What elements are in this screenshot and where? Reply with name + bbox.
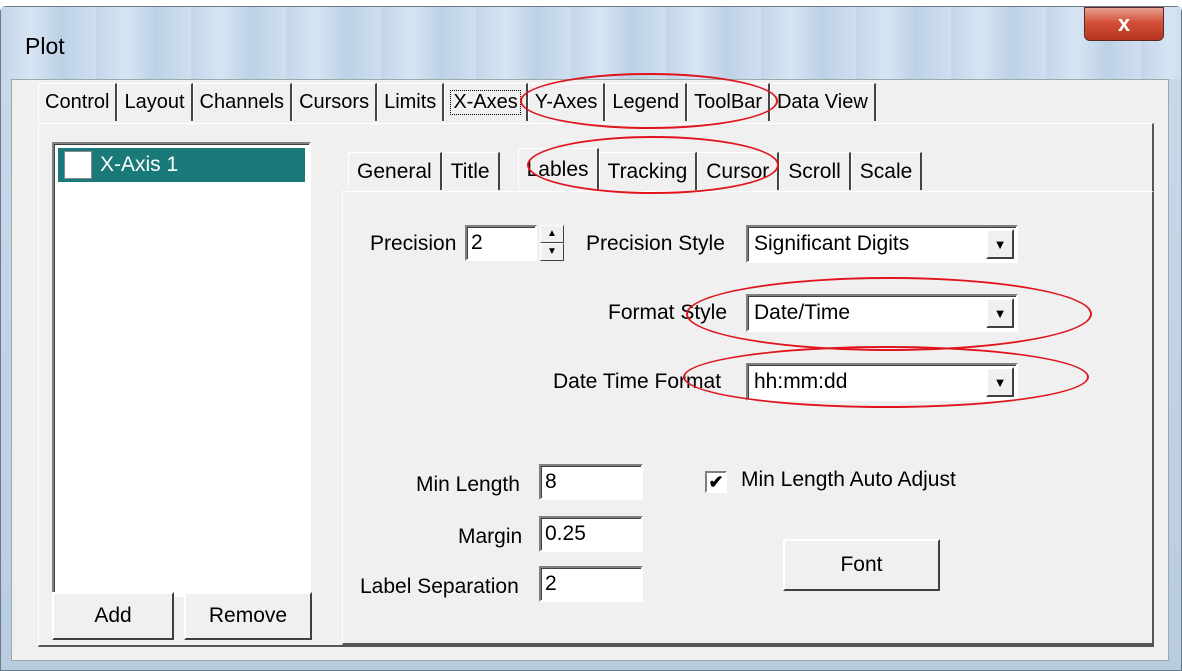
- x-axis-list[interactable]: X-Axis 1: [52, 142, 311, 597]
- tab-label: X-Axes: [450, 90, 521, 115]
- tab-label: Channels: [199, 91, 285, 113]
- precision-spinner[interactable]: ▲ ▼: [540, 225, 564, 261]
- precision-style-select[interactable]: Significant Digits ▼: [746, 225, 1018, 263]
- tab-x-axes[interactable]: X-Axes: [444, 83, 528, 121]
- add-button[interactable]: Add: [52, 592, 174, 640]
- main-tab-row: Control Layout Channels Cursors Limits X…: [38, 83, 876, 123]
- close-button[interactable]: x: [1084, 7, 1164, 41]
- precision-input[interactable]: 2: [465, 225, 537, 261]
- sub-tab-row: General Title Lables Tracking Cursor Scr…: [348, 148, 923, 192]
- tab-label: Y-Axes: [534, 91, 598, 113]
- tab-label: Control: [45, 91, 110, 113]
- min-length-input[interactable]: 8: [539, 464, 643, 500]
- tab-toolbar[interactable]: ToolBar: [687, 83, 770, 121]
- remove-button[interactable]: Remove: [184, 592, 312, 640]
- subtab-scale[interactable]: Scale: [850, 152, 923, 190]
- title-bar[interactable]: Plot x: [1, 7, 1181, 79]
- chevron-down-icon[interactable]: ▼: [986, 298, 1014, 328]
- window-title: Plot: [25, 33, 65, 59]
- chevron-down-icon[interactable]: ▼: [986, 229, 1014, 259]
- tab-limits[interactable]: Limits: [377, 83, 445, 121]
- tab-label: Data View: [776, 91, 868, 113]
- format-style-select[interactable]: Date/Time ▼: [746, 294, 1018, 332]
- format-style-label: Format Style: [608, 301, 728, 324]
- subtab-lables[interactable]: Lables: [517, 148, 599, 190]
- spin-down-icon[interactable]: ▼: [540, 243, 564, 261]
- tab-legend[interactable]: Legend: [605, 83, 688, 121]
- tab-label: Cursors: [299, 91, 370, 113]
- tab-y-axes[interactable]: Y-Axes: [527, 83, 606, 121]
- date-time-format-value: hh:mm:dd: [754, 370, 848, 393]
- date-time-format-label: Date Time Format: [553, 370, 722, 393]
- subtab-scroll[interactable]: Scroll: [779, 152, 851, 190]
- tab-label: Limits: [384, 91, 437, 113]
- tab-label: Layout: [124, 91, 185, 113]
- label-separation-input[interactable]: 2: [539, 566, 643, 602]
- margin-label: Margin: [458, 525, 523, 548]
- precision-style-label: Precision Style: [586, 232, 725, 255]
- tab-cursors[interactable]: Cursors: [292, 83, 378, 121]
- tab-data-view[interactable]: Data View: [769, 83, 876, 121]
- margin-input[interactable]: 0.25: [539, 516, 643, 552]
- auto-adjust-checkbox[interactable]: ✔: [705, 471, 727, 493]
- subtab-title[interactable]: Title: [441, 152, 500, 190]
- close-icon: x: [1117, 11, 1131, 36]
- subtab-tracking[interactable]: Tracking: [598, 152, 698, 190]
- subtab-cursor[interactable]: Cursor: [697, 152, 780, 190]
- subtab-general[interactable]: General: [348, 152, 442, 190]
- checkmark-icon: ✔: [708, 472, 724, 492]
- spin-up-icon[interactable]: ▲: [540, 225, 564, 243]
- list-item[interactable]: X-Axis 1: [58, 148, 305, 182]
- chevron-down-icon[interactable]: ▼: [986, 367, 1014, 397]
- label-separation-label: Label Separation: [360, 575, 519, 598]
- format-style-value: Date/Time: [754, 301, 851, 324]
- precision-label: Precision: [370, 232, 457, 255]
- auto-adjust-label: Min Length Auto Adjust: [741, 468, 956, 491]
- tab-channels[interactable]: Channels: [192, 83, 293, 121]
- precision-style-value: Significant Digits: [754, 232, 910, 255]
- min-length-label: Min Length: [416, 473, 520, 496]
- list-item-label: X-Axis 1: [100, 153, 179, 176]
- font-button[interactable]: Font: [783, 539, 940, 591]
- date-time-format-select[interactable]: hh:mm:dd ▼: [746, 363, 1018, 401]
- tab-label: Legend: [612, 91, 680, 113]
- list-item-checkbox[interactable]: [64, 151, 92, 179]
- tab-control[interactable]: Control: [38, 83, 118, 121]
- tab-layout[interactable]: Layout: [117, 83, 193, 121]
- tab-label: ToolBar: [694, 91, 762, 113]
